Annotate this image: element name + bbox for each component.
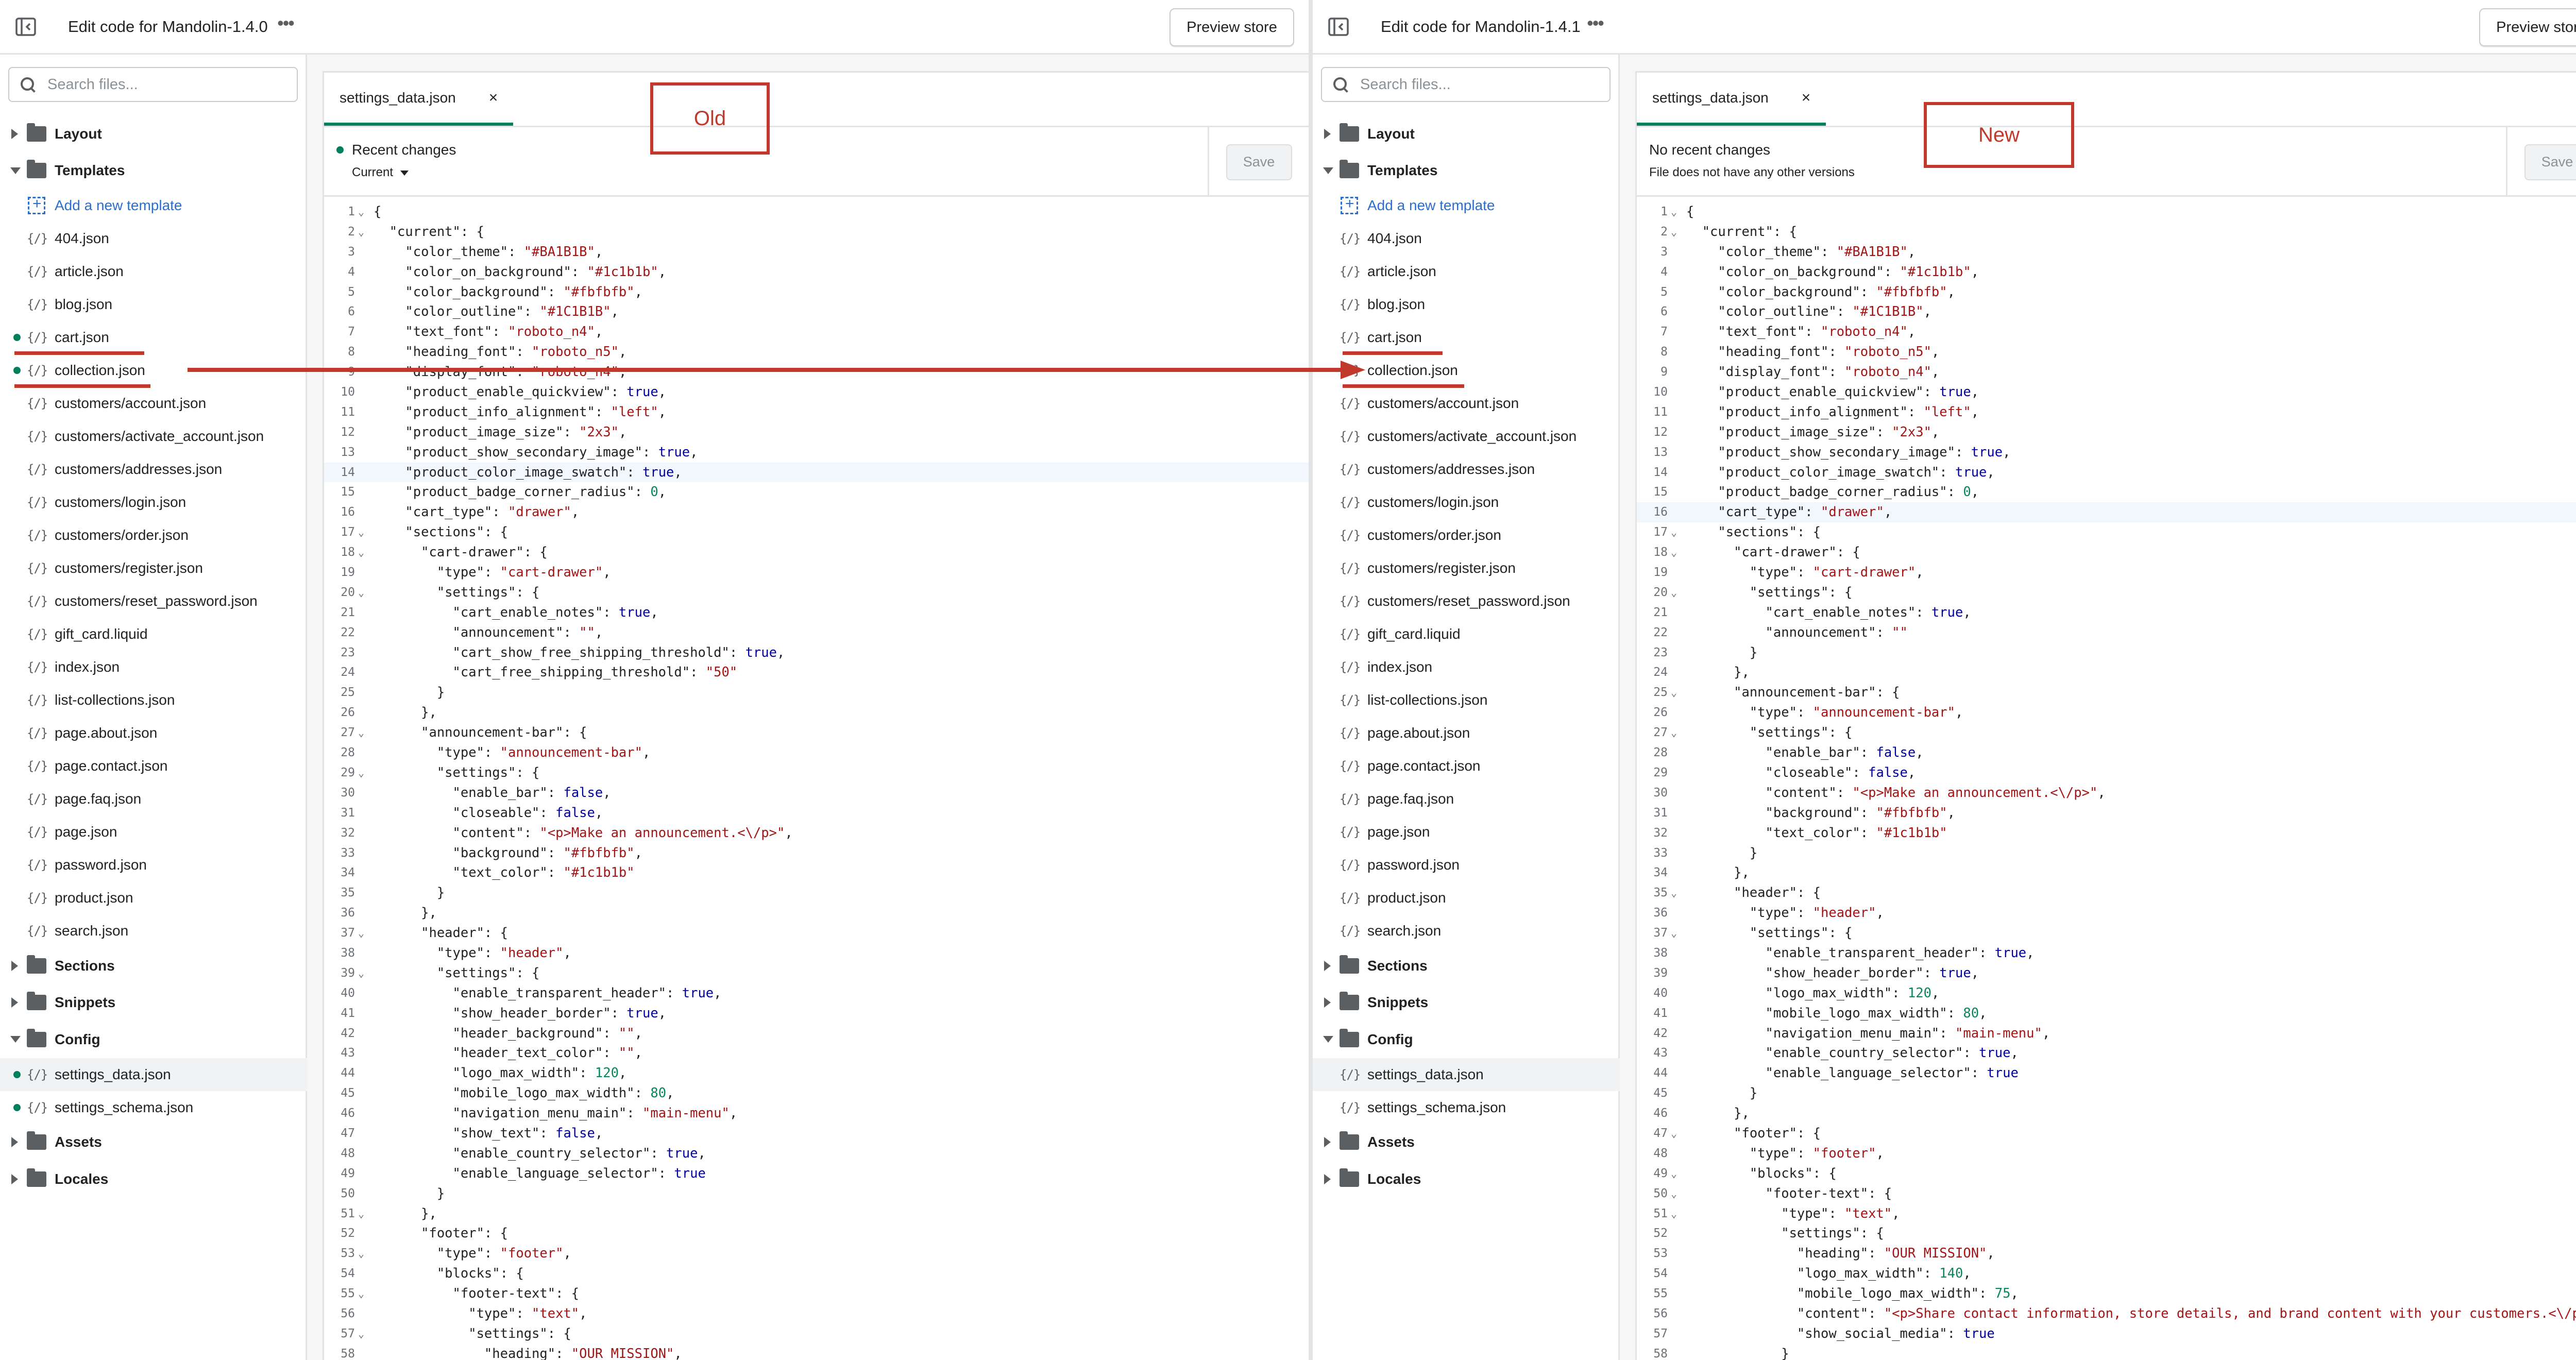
annotation-arrow bbox=[188, 361, 1365, 379]
